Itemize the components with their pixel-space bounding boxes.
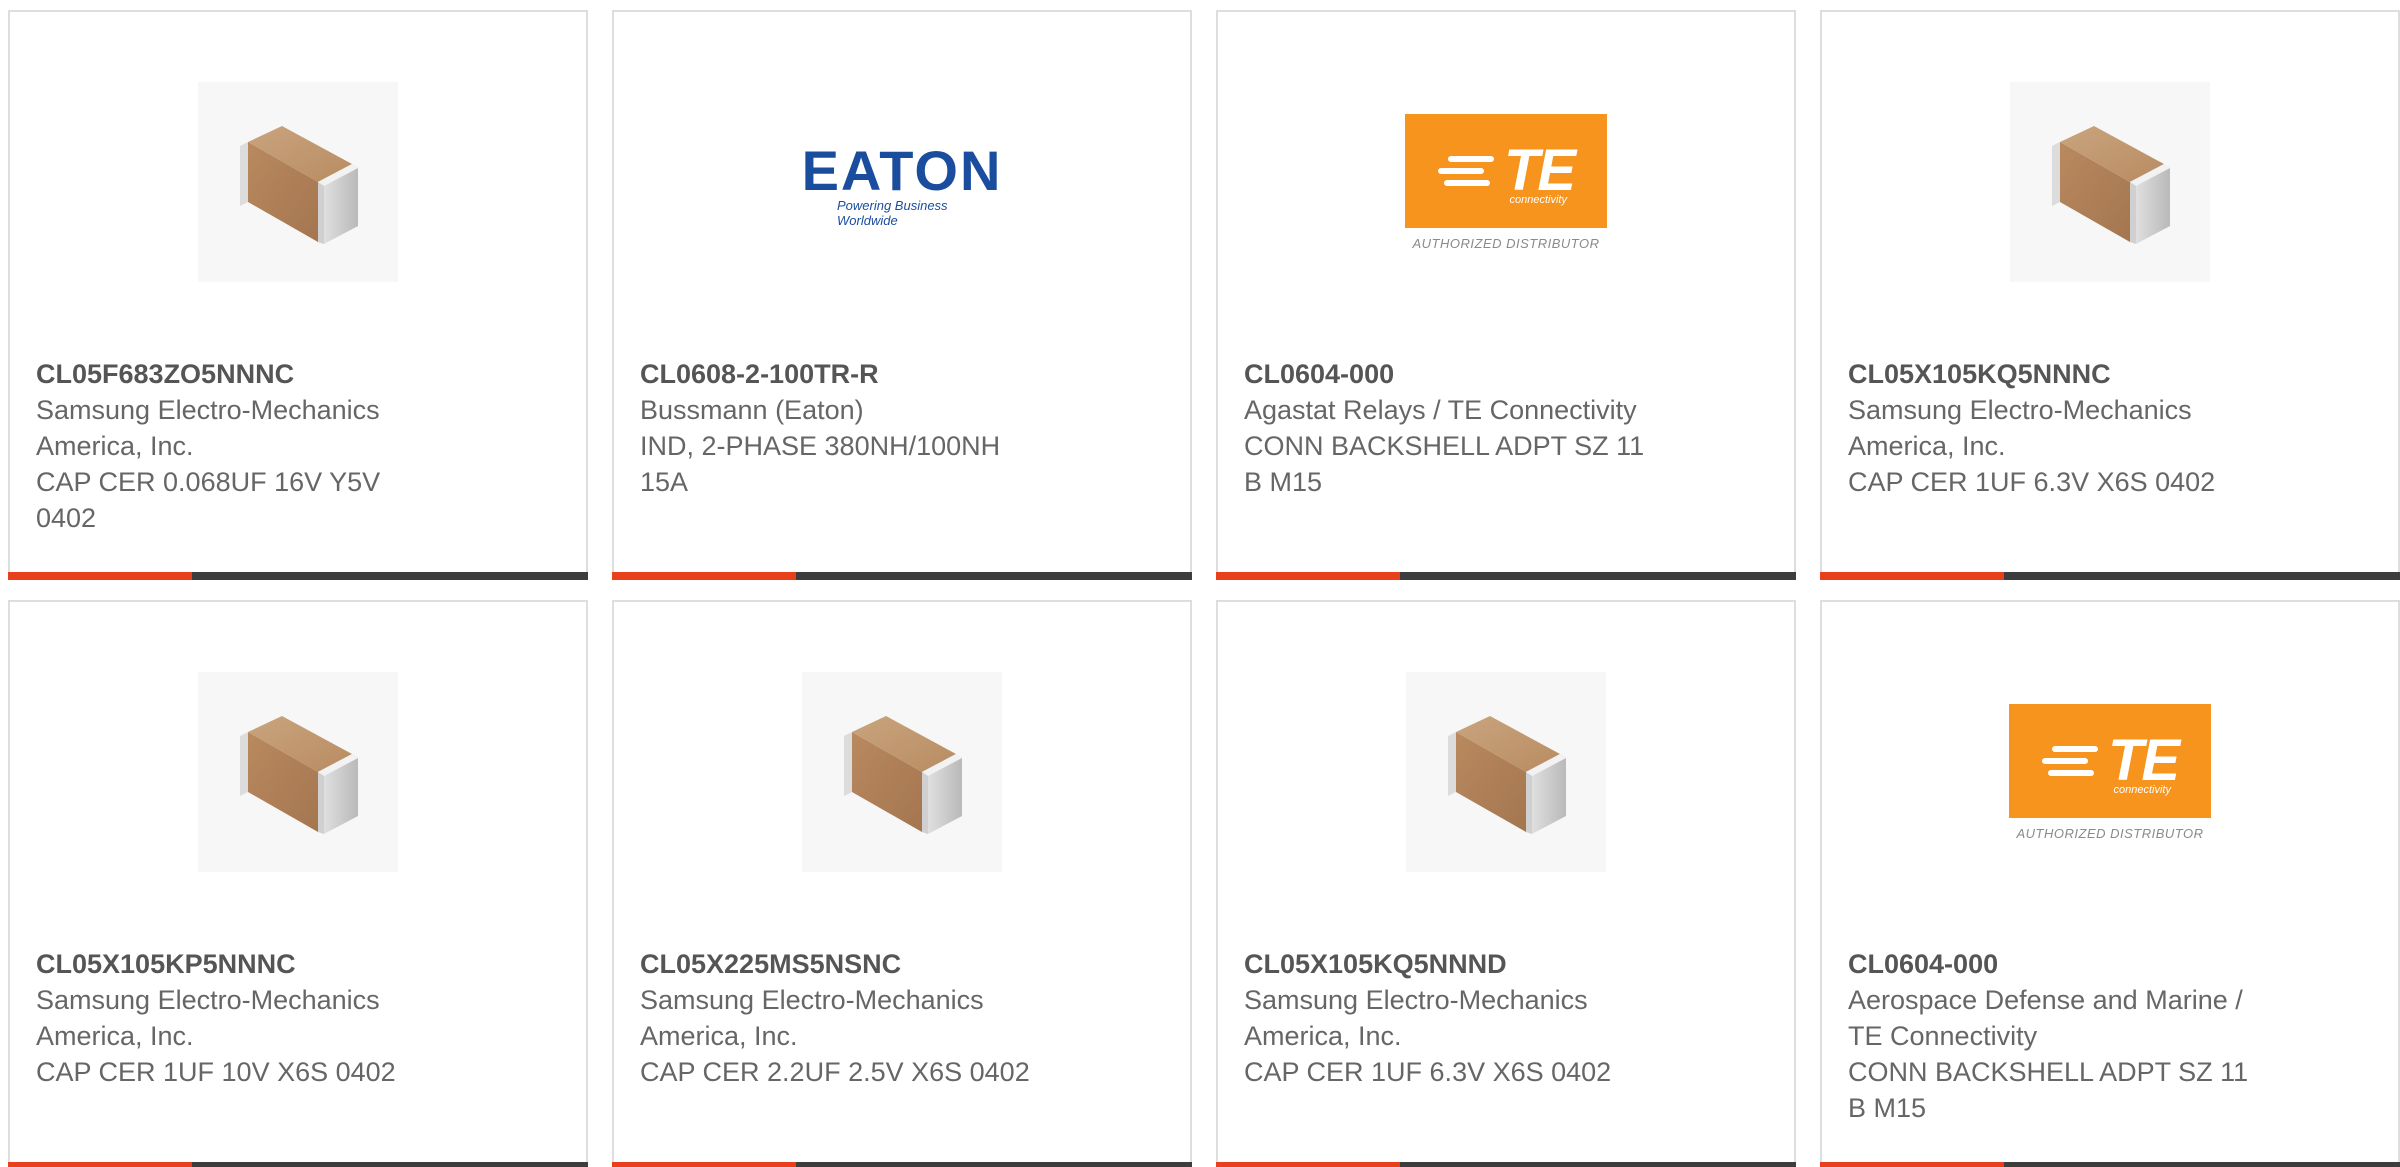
manufacturer: Samsung Electro-Mechanics America, Inc.	[640, 985, 984, 1051]
product-info: CL0604-000 Agastat Relays / TE Connectivi…	[1244, 356, 1654, 500]
te-logo-sub: connectivity	[2113, 783, 2171, 796]
product-description: CAP CER 1UF 10V X6S 0402	[36, 1057, 396, 1087]
product-description: CAP CER 1UF 6.3V X6S 0402	[1244, 1057, 1612, 1087]
card-bottom-bar	[1820, 1162, 2400, 1167]
product-card[interactable]: CL05X225MS5NSNC Samsung Electro-Mechanics…	[612, 600, 1192, 1167]
manufacturer: Samsung Electro-Mechanics America, Inc.	[36, 985, 380, 1051]
product-card[interactable]: TE connectivity AUTHORIZED DISTRIBUTOR CL06…	[1820, 600, 2400, 1167]
manufacturer: Samsung Electro-Mechanics America, Inc.	[1848, 395, 2192, 461]
product-description: CONN BACKSHELL ADPT SZ 11 B M15	[1244, 431, 1645, 497]
product-image[interactable]	[10, 602, 586, 942]
product-description: CONN BACKSHELL ADPT SZ 11 B M15	[1848, 1057, 2249, 1123]
product-card[interactable]: CL05X105KQ5NNNC Samsung Electro-Mechanics…	[1820, 10, 2400, 580]
product-image[interactable]	[10, 12, 586, 352]
capacitor-chip-image[interactable]	[802, 672, 1002, 872]
product-description: CAP CER 1UF 6.3V X6S 0402	[1848, 467, 2216, 497]
product-image[interactable]: EATON Powering Business Worldwide	[614, 12, 1190, 352]
product-info: CL05X105KQ5NNNC Samsung Electro-Mechanics…	[1848, 356, 2258, 500]
te-lines-icon	[1437, 155, 1494, 186]
part-number[interactable]: CL0604-000	[1848, 946, 2258, 982]
te-connectivity-logo[interactable]: TE connectivity AUTHORIZED DISTRIBUTOR	[1405, 113, 1607, 251]
card-accent-bar	[1820, 1162, 2004, 1167]
product-info: CL05X105KP5NNNC Samsung Electro-Mechanics…	[36, 946, 446, 1090]
product-image[interactable]	[1822, 12, 2398, 352]
product-info: CL0604-000 Aerospace Defense and Marine /…	[1848, 946, 2258, 1126]
manufacturer: Aerospace Defense and Marine / TE Connec…	[1848, 985, 2243, 1051]
te-logo-sub: connectivity	[1509, 193, 1567, 206]
part-number[interactable]: CL05X225MS5NSNC	[640, 946, 1050, 982]
product-image[interactable]	[1218, 602, 1794, 942]
card-bottom-bar	[1216, 1162, 1796, 1167]
product-info: CL05X105KQ5NNND Samsung Electro-Mechanics…	[1244, 946, 1654, 1090]
product-info: CL05F683ZO5NNNC Samsung Electro-Mechanics…	[36, 356, 446, 536]
product-card[interactable]: CL05X105KQ5NNND Samsung Electro-Mechanics…	[1216, 600, 1796, 1167]
capacitor-chip-image[interactable]	[198, 82, 398, 282]
part-number[interactable]: CL05X105KQ5NNNC	[1848, 356, 2258, 392]
card-bottom-bar	[612, 1162, 1192, 1167]
product-card[interactable]: TE connectivity AUTHORIZED DISTRIBUTOR CL06…	[1216, 10, 1796, 580]
product-description: CAP CER 2.2UF 2.5V X6S 0402	[640, 1057, 1030, 1087]
eaton-logo[interactable]: EATON Powering Business Worldwide	[797, 139, 1007, 229]
product-card[interactable]: CL05X105KP5NNNC Samsung Electro-Mechanics…	[8, 600, 588, 1167]
product-card[interactable]: CL05F683ZO5NNNC Samsung Electro-Mechanics…	[8, 10, 588, 580]
product-grid: CL05F683ZO5NNNC Samsung Electro-Mechanics…	[0, 0, 2400, 1167]
part-number[interactable]: CL05F683ZO5NNNC	[36, 356, 446, 392]
te-connectivity-logo[interactable]: TE connectivity AUTHORIZED DISTRIBUTOR	[2009, 703, 2211, 841]
card-accent-bar	[8, 1162, 192, 1167]
card-accent-bar	[1216, 572, 1400, 580]
part-number[interactable]: CL05X105KP5NNNC	[36, 946, 446, 982]
product-info: CL05X225MS5NSNC Samsung Electro-Mechanics…	[640, 946, 1050, 1090]
authorized-distributor-caption: AUTHORIZED DISTRIBUTOR	[1412, 235, 1600, 251]
part-number[interactable]: CL05X105KQ5NNND	[1244, 946, 1654, 982]
card-bottom-bar	[1820, 572, 2400, 580]
product-image[interactable]	[614, 602, 1190, 942]
te-logo-box: TE connectivity	[1405, 113, 1607, 228]
capacitor-chip-image[interactable]	[1406, 672, 1606, 872]
product-image[interactable]: TE connectivity AUTHORIZED DISTRIBUTOR	[1822, 602, 2398, 942]
product-image[interactable]: TE connectivity AUTHORIZED DISTRIBUTOR	[1218, 12, 1794, 352]
capacitor-chip-image[interactable]	[198, 672, 398, 872]
card-accent-bar	[1216, 1162, 1400, 1167]
eaton-logo-tagline: Powering Business Worldwide	[837, 198, 948, 228]
authorized-distributor-caption: AUTHORIZED DISTRIBUTOR	[2016, 825, 2204, 841]
card-bottom-bar	[1216, 572, 1796, 580]
manufacturer: Agastat Relays / TE Connectivity	[1244, 395, 1637, 425]
product-description: IND, 2-PHASE 380NH/100NH 15A	[640, 431, 1001, 497]
manufacturer: Samsung Electro-Mechanics America, Inc.	[36, 395, 380, 461]
card-accent-bar	[8, 572, 192, 580]
card-accent-bar	[612, 1162, 796, 1167]
part-number[interactable]: CL0604-000	[1244, 356, 1654, 392]
product-info: CL0608-2-100TR-R Bussmann (Eaton) IND, 2-P…	[640, 356, 1050, 500]
te-lines-icon	[2041, 745, 2098, 776]
card-accent-bar	[612, 572, 796, 580]
card-bottom-bar	[612, 572, 1192, 580]
capacitor-chip-image[interactable]	[2010, 82, 2210, 282]
product-description: CAP CER 0.068UF 16V Y5V 0402	[36, 467, 381, 533]
card-bottom-bar	[8, 572, 588, 580]
manufacturer: Bussmann (Eaton)	[640, 395, 864, 425]
product-card[interactable]: EATON Powering Business Worldwide CL0608-2…	[612, 10, 1192, 580]
card-accent-bar	[1820, 572, 2004, 580]
manufacturer: Samsung Electro-Mechanics America, Inc.	[1244, 985, 1588, 1051]
card-bottom-bar	[8, 1162, 588, 1167]
te-logo-box: TE connectivity	[2009, 703, 2211, 818]
eaton-logo-word: EATON	[801, 139, 1003, 202]
part-number[interactable]: CL0608-2-100TR-R	[640, 356, 1050, 392]
